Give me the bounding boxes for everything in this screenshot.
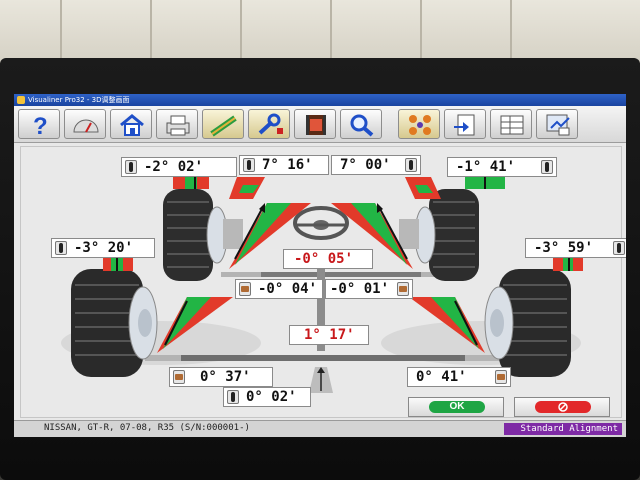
toe-icon (405, 158, 417, 172)
front-right-camber-value: -1° 41' (456, 159, 516, 175)
video-button[interactable] (294, 109, 336, 139)
specs-button[interactable] (490, 109, 532, 139)
thrust-icon (227, 390, 239, 404)
gauge-button[interactable] (64, 109, 106, 139)
rear-right-camber-gauge (553, 257, 583, 271)
zoom-button[interactable] (340, 109, 382, 139)
vehicle-icon (173, 370, 185, 384)
rear-left-camber-value: -3° 20' (74, 240, 134, 256)
total-toe-box: 1° 17' (289, 325, 369, 345)
printer-icon (166, 115, 190, 136)
cancel-pill (535, 401, 591, 413)
cancel-icon (558, 402, 568, 412)
alignment-panel: -2° 02' 7° 16' 7° 00' -1° 41' -3° 20' -3… (20, 146, 626, 418)
home-icon (120, 114, 144, 136)
rear-left-toe-value: 0° 37' (200, 369, 251, 385)
vehicle-info: NISSAN, GT-R, 07-08, R35 (S/N:000001-) (44, 423, 250, 433)
thrust-angle-value: 0° 02' (246, 389, 297, 405)
vehicle-icon (495, 370, 507, 384)
help-icon: ? (33, 113, 48, 138)
vehicle-icon (239, 282, 251, 296)
front-right-toe-box: 7° 00' (331, 155, 421, 175)
help-button[interactable]: ? (18, 109, 60, 139)
wheels-icon (409, 115, 431, 135)
customer-icon (546, 114, 570, 136)
gauge-icon (73, 119, 99, 133)
ok-button[interactable]: OK (408, 397, 504, 417)
print-button[interactable] (156, 109, 198, 139)
rear-right-camber-value: -3° 59' (534, 240, 594, 256)
home-button[interactable] (110, 109, 152, 139)
title-bar: Visualiner Pro32 - 3D调整画面 (14, 94, 626, 106)
vehicle-icon (397, 282, 409, 296)
front-right-individual-toe-value: -0° 01' (330, 281, 390, 297)
front-left-individual-toe-box: -0° 04' (235, 279, 323, 299)
report-icon (454, 114, 475, 136)
alignment-mode: Standard Alignment (504, 423, 622, 435)
window-title: Visualiner Pro32 - 3D调整画面 (28, 96, 130, 104)
measure-icon (210, 115, 237, 137)
rear-left-camber-gauge (103, 257, 133, 271)
total-toe-value: 1° 17' (304, 327, 355, 343)
toe-icon (243, 158, 255, 172)
rear-right-toe-value: 0° 41' (416, 369, 467, 385)
thrust-angle-box: 0° 02' (223, 387, 311, 407)
rear-right-camber-box: -3° 59' (525, 238, 626, 258)
front-left-camber-value: -2° 02' (144, 159, 204, 175)
camber-icon (541, 160, 553, 174)
app-icon (17, 96, 25, 104)
front-left-camber-gauge (173, 175, 209, 189)
front-right-individual-toe-box: -0° 01' (325, 279, 413, 299)
front-right-camber-gauge (465, 175, 505, 189)
rear-right-toe-box: 0° 41' (407, 367, 511, 387)
adjust-button[interactable] (248, 109, 290, 139)
toolbar: ? (14, 106, 626, 143)
front-right-camber-box: -1° 41' (447, 157, 557, 177)
front-left-toe-value: 7° 16' (262, 157, 313, 173)
camber-icon (613, 241, 625, 255)
front-right-caster-gauge (405, 177, 441, 199)
wrench-icon (258, 113, 283, 135)
front-left-toe-box: 7° 16' (239, 155, 329, 175)
front-axle (261, 272, 421, 277)
steering-value: -0° 05' (294, 251, 354, 267)
front-right-toe-value: 7° 00' (340, 157, 391, 173)
status-bar: NISSAN, GT-R, 07-08, R35 (S/N:000001-) S… (14, 420, 626, 437)
rear-left-camber-box: -3° 20' (51, 238, 155, 258)
measure-button[interactable] (202, 109, 244, 139)
front-left-individual-toe-value: -0° 04' (258, 281, 318, 297)
wheels-button[interactable] (398, 109, 440, 139)
magnifier-icon (350, 114, 374, 137)
camber-icon (55, 241, 67, 255)
camber-icon (125, 160, 137, 174)
rear-axle (181, 355, 465, 361)
app-window: Visualiner Pro32 - 3D调整画面 ? -2° 02' 7° 1… (14, 94, 626, 437)
steering-box: -0° 05' (283, 249, 373, 269)
film-icon (306, 115, 326, 135)
rear-left-toe-box: 0° 37' (169, 367, 273, 387)
svg-text:?: ? (33, 113, 48, 138)
steering-wheel-icon (293, 206, 349, 240)
customer-button[interactable] (536, 109, 578, 139)
report-button[interactable] (444, 109, 486, 139)
front-left-caster-gauge (229, 177, 265, 199)
cancel-button[interactable] (514, 397, 610, 417)
specs-icon (500, 115, 524, 135)
ok-label: OK (429, 401, 485, 413)
front-left-camber-box: -2° 02' (121, 157, 237, 177)
